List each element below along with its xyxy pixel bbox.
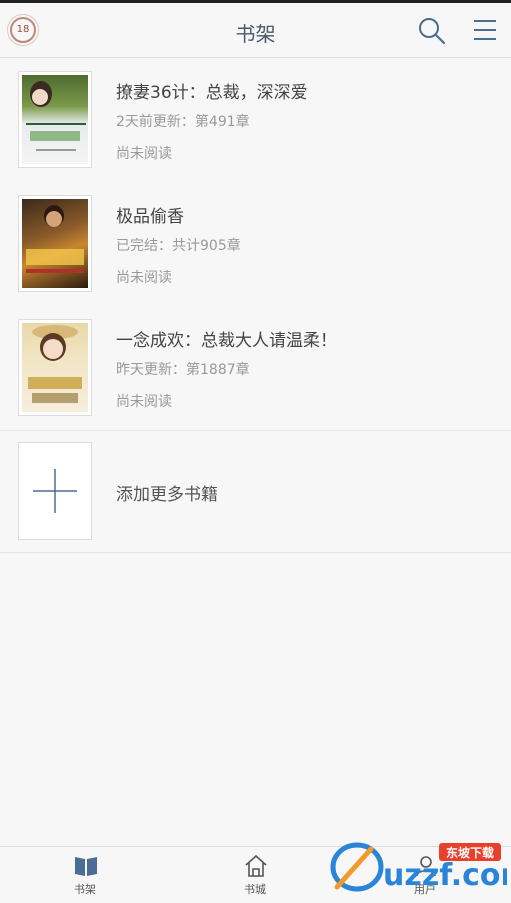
watermark-brand: uzzf.com bbox=[383, 858, 507, 893]
book-cover bbox=[18, 71, 92, 168]
add-more-books-button[interactable]: 添加更多书籍 bbox=[0, 429, 511, 553]
book-read-status: 尚未阅读 bbox=[116, 270, 172, 286]
add-book-box[interactable] bbox=[18, 442, 92, 540]
book-item[interactable]: 一念成欢：总裁大人请温柔！ 昨天更新：第1887章 尚未阅读 bbox=[0, 306, 511, 431]
book-icon bbox=[73, 854, 99, 878]
book-read-status: 尚未阅读 bbox=[116, 146, 172, 162]
menu-icon[interactable] bbox=[472, 17, 498, 43]
home-icon bbox=[243, 854, 269, 878]
watermark-logo: 东坡下载 uzzf.com bbox=[327, 835, 511, 899]
book-title: 极品偷香 bbox=[116, 207, 184, 227]
book-item[interactable]: 撩妻36计：总裁，深深爱 2天前更新：第491章 尚未阅读 bbox=[0, 58, 511, 183]
book-update-info: 昨天更新：第1887章 bbox=[116, 362, 250, 378]
book-update-info: 2天前更新：第491章 bbox=[116, 114, 250, 130]
book-cover bbox=[18, 195, 92, 292]
plus-icon bbox=[33, 469, 77, 513]
book-update-info: 已完结：共计905章 bbox=[116, 238, 241, 254]
app-header: 18 书架 bbox=[0, 3, 511, 58]
tab-bookstore[interactable]: 书城 bbox=[170, 847, 340, 903]
book-cover bbox=[18, 319, 92, 416]
book-read-status: 尚未阅读 bbox=[116, 394, 172, 410]
tab-label: 书城 bbox=[244, 883, 266, 896]
book-title: 撩妻36计：总裁，深深爱 bbox=[116, 83, 308, 103]
search-icon[interactable] bbox=[417, 16, 447, 46]
tab-label: 书架 bbox=[74, 883, 96, 896]
book-title: 一念成欢：总裁大人请温柔！ bbox=[116, 331, 337, 351]
book-item[interactable]: 极品偷香 已完结：共计905章 尚未阅读 bbox=[0, 182, 511, 307]
add-more-label: 添加更多书籍 bbox=[116, 485, 218, 505]
tab-bookshelf[interactable]: 书架 bbox=[0, 847, 170, 903]
